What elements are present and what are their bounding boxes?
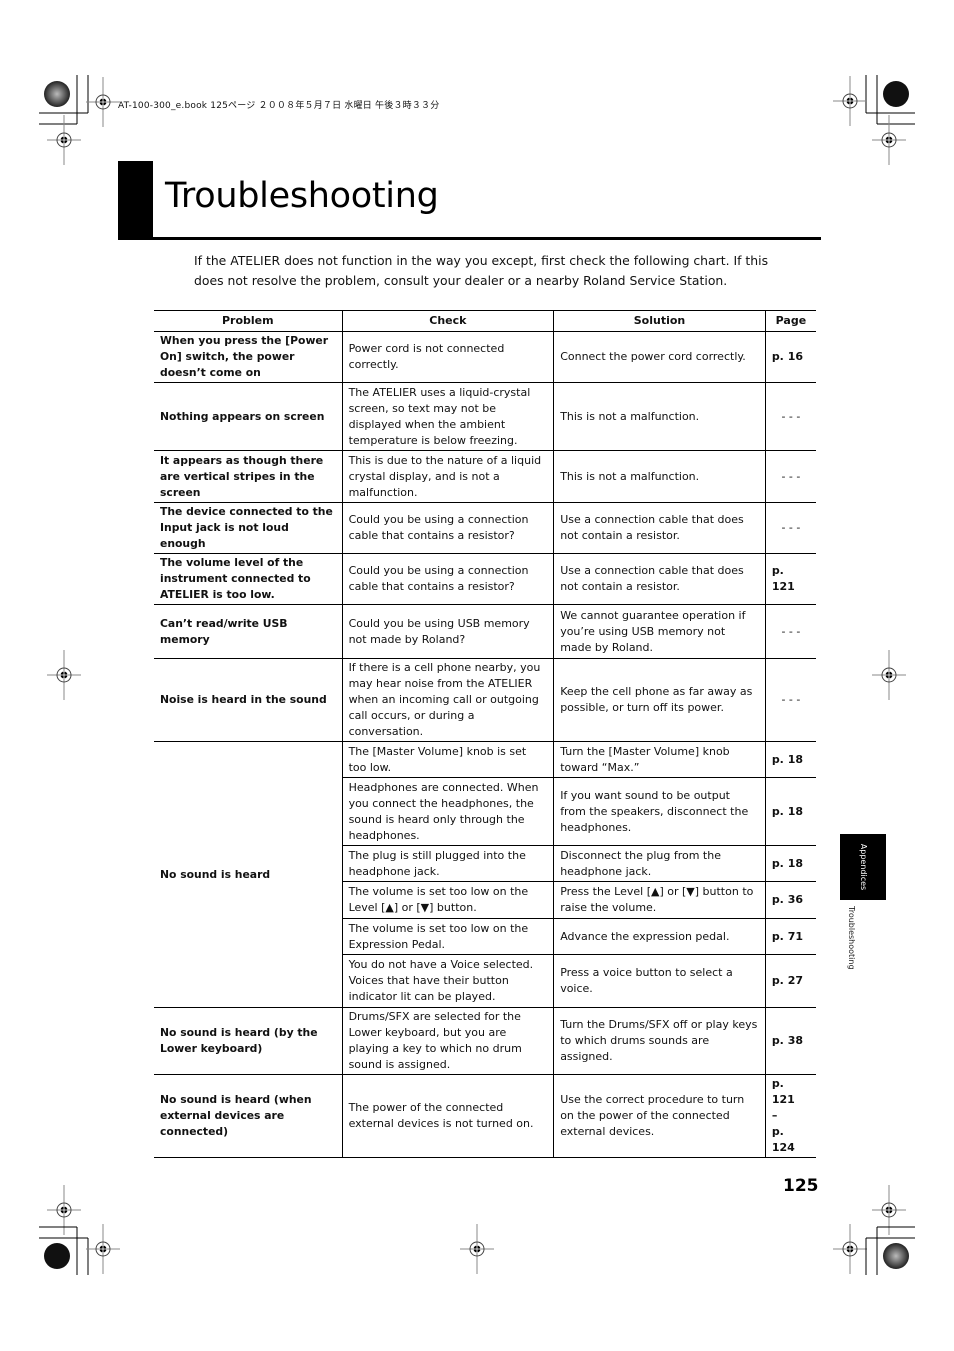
page-ref-cell: - - -: [764, 604, 816, 659]
problem-cell: No sound is heard (by the Lower keyboard…: [154, 1007, 343, 1075]
page-ref-cell: p. 18: [764, 741, 816, 778]
check-cell: The volume is set too low on the Level […: [341, 881, 554, 919]
solution-cell: Keep the cell phone as far away as possi…: [553, 658, 766, 742]
header-page: Page: [764, 310, 816, 332]
radial-target-icon: [883, 81, 909, 107]
check-cell: Drums/SFX are selected for the Lower key…: [341, 1007, 554, 1075]
page-ref-cell: - - -: [764, 658, 816, 742]
header-check: Check: [341, 310, 554, 332]
problem-cell: No sound is heard: [154, 741, 343, 1008]
crosshair-target-icon: [459, 1223, 495, 1275]
page-ref-cell: p. 18: [764, 777, 816, 846]
table-row: Can’t read/write USB memory Could you be…: [154, 604, 816, 659]
page-ref-cell: p. 18: [764, 845, 816, 882]
crosshair-target-icon: [871, 1184, 907, 1236]
table-row: The volume level of the instrument conne…: [154, 553, 816, 605]
check-cell: The plug is still plugged into the headp…: [341, 845, 554, 882]
crosshair-target-icon: [832, 1223, 868, 1275]
check-cell: Could you be using a connection cable th…: [341, 553, 554, 605]
problem-cell: The volume level of the instrument conne…: [154, 553, 343, 605]
intro-paragraph: If the ATELIER does not function in the …: [194, 253, 769, 288]
solution-cell: This is not a malfunction.: [553, 450, 766, 503]
section-name: Troubleshooting: [847, 906, 856, 970]
section-tab-label: Appendices: [859, 843, 868, 891]
problem-cell: The device connected to the Input jack i…: [154, 502, 343, 554]
print-header: AT-100-300_e.book 125ページ ２００８年５月７日 水曜日 午…: [118, 101, 440, 111]
crosshair-target-icon: [871, 649, 907, 701]
table-row: When you press the [Power On] switch, th…: [154, 331, 816, 383]
table-row: Noise is heard in the sound If there is …: [154, 658, 816, 742]
check-cell: Power cord is not connected correctly.: [341, 331, 554, 383]
page-ref-cell: - - -: [764, 450, 816, 503]
page-ref-cell: p. 36: [764, 881, 816, 919]
check-cell: The ATELIER uses a liquid-crystal screen…: [341, 382, 554, 451]
troubleshooting-table: Problem Check Solution Page When you pre…: [154, 310, 816, 1158]
radial-target-icon: [883, 1243, 909, 1269]
problem-cell: Noise is heard in the sound: [154, 658, 343, 742]
page-ref-cell: p. 71: [764, 918, 816, 955]
solution-cell: If you want sound to be output from the …: [553, 777, 766, 846]
table-row: It appears as though there are vertical …: [154, 450, 816, 503]
table-row: No sound is heard The [Master Volume] kn…: [154, 741, 816, 1008]
title-rule: [118, 237, 821, 240]
solution-cell: Use the correct procedure to turn on the…: [553, 1074, 766, 1158]
check-cell: The volume is set too low on the Express…: [341, 918, 554, 955]
table-row: No sound is heard (by the Lower keyboard…: [154, 1007, 816, 1075]
page-ref-cell: p. 27: [764, 954, 816, 1008]
page-number: 125: [783, 1176, 819, 1196]
check-cell: If there is a cell phone nearby, you may…: [341, 658, 554, 742]
problem-cell: When you press the [Power On] switch, th…: [154, 331, 343, 383]
title-block-decoration: [118, 161, 153, 240]
header-problem: Problem: [154, 310, 343, 332]
problem-cell: Nothing appears on screen: [154, 382, 343, 451]
solution-cell: Advance the expression pedal.: [553, 918, 766, 955]
problem-cell: No sound is heard (when external devices…: [154, 1074, 343, 1158]
page-ref-cell: p. 121 – p. 124: [764, 1074, 816, 1158]
crosshair-target-icon: [46, 1184, 82, 1236]
header-solution: Solution: [553, 310, 766, 332]
solution-cell: This is not a malfunction.: [553, 382, 766, 451]
check-cell: This is due to the nature of a liquid cr…: [341, 450, 554, 503]
check-cell: Headphones are connected. When you conne…: [341, 777, 554, 846]
solution-cell: Use a connection cable that does not con…: [553, 553, 766, 605]
page-ref-cell: - - -: [764, 502, 816, 554]
table-row: No sound is heard (when external devices…: [154, 1074, 816, 1158]
problem-cell: Can’t read/write USB memory: [154, 604, 343, 659]
solution-cell: Use a connection cable that does not con…: [553, 502, 766, 554]
solution-cell: Press the Level [▲] or [▼] button to rai…: [553, 881, 766, 919]
check-cell: You do not have a Voice selected. Voices…: [341, 954, 554, 1008]
radial-target-icon: [44, 1243, 70, 1269]
check-cell: Could you be using a connection cable th…: [341, 502, 554, 554]
solution-cell: Connect the power cord correctly.: [553, 331, 766, 383]
problem-cell: It appears as though there are vertical …: [154, 450, 343, 503]
section-tab: Appendices: [840, 834, 886, 900]
solution-cell: Disconnect the plug from the headphone j…: [553, 845, 766, 882]
page-ref-dash: –: [771, 1109, 778, 1122]
radial-target-icon: [44, 81, 70, 107]
page-ref-cell: p. 38: [764, 1007, 816, 1075]
page-ref-cell: p. 16: [764, 331, 816, 383]
page-ref-end: p. 124: [771, 1125, 795, 1154]
table-header-row: Problem Check Solution Page: [154, 310, 816, 332]
table-row: Nothing appears on screen The ATELIER us…: [154, 382, 816, 451]
page-ref-start: p. 121: [771, 1077, 795, 1106]
crosshair-target-icon: [46, 649, 82, 701]
crosshair-target-icon: [46, 114, 82, 166]
check-cell: The [Master Volume] knob is set too low.: [341, 741, 554, 778]
crosshair-target-icon: [871, 114, 907, 166]
solution-cell: We cannot guarantee operation if you’re …: [553, 604, 766, 659]
solution-cell: Press a voice button to select a voice.: [553, 954, 766, 1008]
crosshair-target-icon: [832, 75, 868, 127]
crosshair-target-icon: [85, 1223, 121, 1275]
page-ref-cell: p. 121: [764, 553, 816, 605]
crosshair-target-icon: [85, 76, 121, 128]
page-ref-cell: - - -: [764, 382, 816, 451]
check-cell: The power of the connected external devi…: [341, 1074, 554, 1158]
table-row: The device connected to the Input jack i…: [154, 502, 816, 554]
check-cell: Could you be using USB memory not made b…: [341, 604, 554, 659]
solution-cell: Turn the [Master Volume] knob toward “Ma…: [553, 741, 766, 778]
page-title: Troubleshooting: [165, 176, 439, 216]
solution-cell: Turn the Drums/SFX off or play keys to w…: [553, 1007, 766, 1075]
